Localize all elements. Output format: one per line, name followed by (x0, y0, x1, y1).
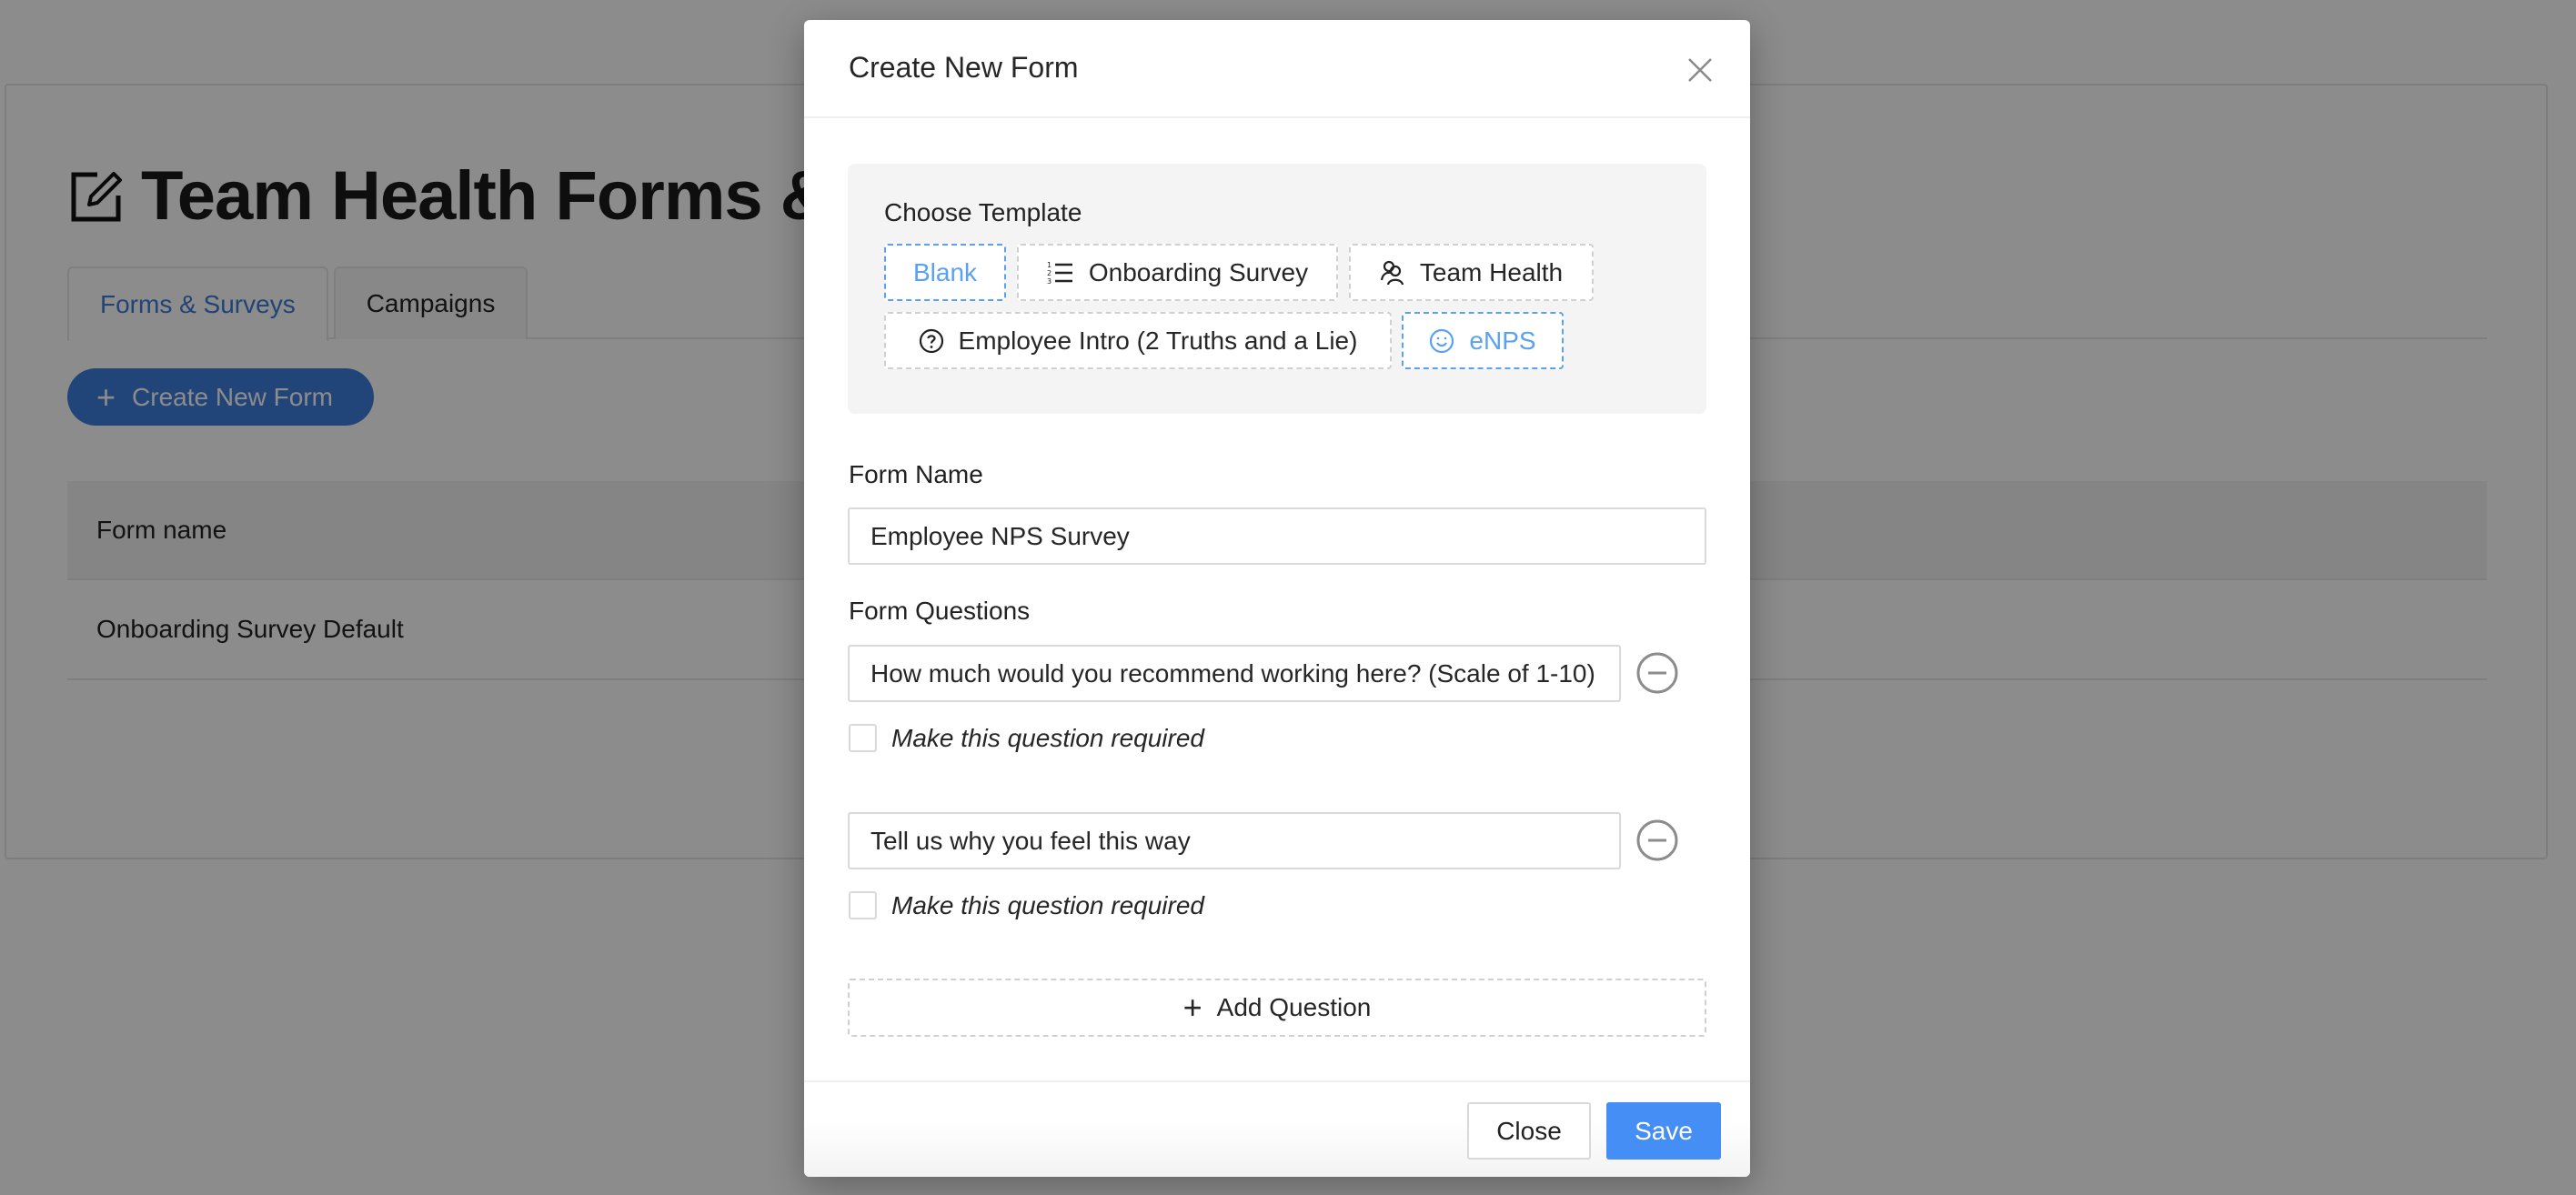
template-enps-label: eNPS (1469, 326, 1536, 355)
question-circle-icon (919, 328, 943, 353)
ordered-list-icon: 1 2 3 (1047, 261, 1072, 286)
add-question-label: Add Question (1216, 993, 1372, 1021)
question-input-2[interactable]: Tell us why you feel this way (848, 812, 1621, 869)
modal-title: Create New Form (849, 51, 1079, 84)
question-input-1[interactable]: How much would you recommend working her… (848, 645, 1621, 702)
plus-icon: + (1182, 989, 1202, 1026)
template-label: Choose Template (884, 198, 1082, 226)
remove-question-2-icon[interactable] (1635, 818, 1679, 862)
template-enps[interactable]: eNPS (1402, 312, 1564, 369)
close-icon[interactable] (1686, 56, 1714, 84)
smile-icon (1430, 328, 1454, 353)
add-question-button[interactable]: + Add Question (848, 979, 1706, 1037)
form-name-label: Form Name (849, 460, 983, 488)
template-blank[interactable]: Blank (884, 244, 1006, 301)
create-form-modal: Create New Form Choose Template Blank 1 … (804, 20, 1750, 1177)
svg-text:3: 3 (1047, 277, 1052, 286)
template-blank-label: Blank (912, 257, 978, 286)
required-checkbox-1[interactable] (849, 724, 877, 752)
svg-text:2: 2 (1047, 269, 1052, 277)
required-checkbox-2[interactable] (849, 891, 877, 919)
template-team-health-label: Team Health (1419, 257, 1564, 286)
form-questions-label: Form Questions (849, 597, 1031, 625)
save-button[interactable]: Save (1606, 1102, 1721, 1160)
required-label-1[interactable]: Make this question required (891, 724, 1204, 753)
modal-footer: Close Save (804, 1080, 1750, 1177)
remove-question-1-icon[interactable] (1635, 651, 1679, 695)
template-onboarding-label: Onboarding Survey (1088, 257, 1309, 286)
modal-header: Create New Form (804, 20, 1750, 118)
form-name-input[interactable]: Employee NPS Survey (848, 507, 1706, 565)
svg-text:1: 1 (1047, 261, 1052, 269)
template-team-health[interactable]: Team Health (1349, 244, 1594, 301)
template-chooser: Choose Template Blank 1 2 3 Onboarding S… (848, 164, 1706, 414)
template-onboarding-survey[interactable]: 1 2 3 Onboarding Survey (1017, 244, 1338, 301)
template-employee-intro[interactable]: Employee Intro (2 Truths and a Lie) (884, 312, 1392, 369)
required-label-2[interactable]: Make this question required (891, 891, 1204, 920)
template-employee-intro-label: Employee Intro (2 Truths and a Lie) (958, 326, 1358, 355)
close-button[interactable]: Close (1467, 1102, 1591, 1160)
team-icon (1380, 260, 1404, 285)
